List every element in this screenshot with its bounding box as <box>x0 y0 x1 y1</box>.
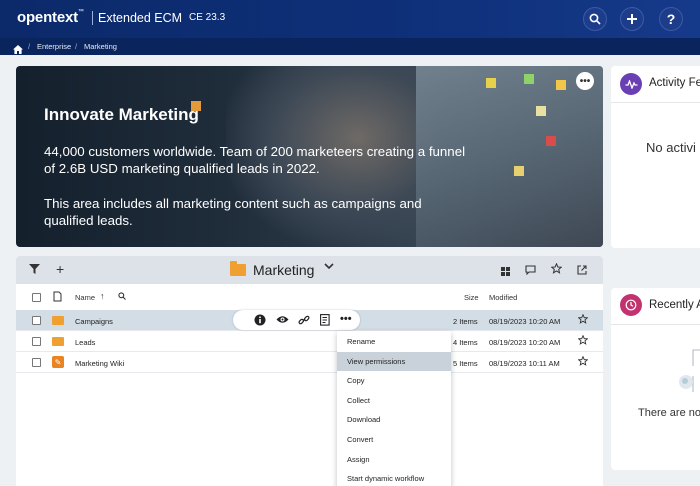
favorite-star-icon[interactable] <box>577 355 589 369</box>
column-headers: Name ↑ Size Modified <box>16 288 603 306</box>
open-external-icon[interactable] <box>577 264 587 278</box>
row-modified: 08/19/2023 10:11 AM <box>489 359 560 368</box>
menu-item-download[interactable]: Download <box>337 410 451 430</box>
column-modified[interactable]: Modified <box>489 293 517 302</box>
column-name[interactable]: Name <box>75 293 95 302</box>
view-icon[interactable] <box>276 315 289 327</box>
row-size: 2 Items <box>453 317 478 326</box>
opentext-logo[interactable]: opentext™ <box>17 9 84 26</box>
home-icon[interactable] <box>13 41 23 59</box>
activity-icon <box>620 73 642 95</box>
row-name[interactable]: Campaigns <box>75 317 113 326</box>
sort-ascending-icon[interactable]: ↑ <box>100 291 105 301</box>
folder-icon <box>230 261 246 276</box>
link-icon[interactable] <box>298 314 310 329</box>
inline-actions: ••• <box>233 310 360 330</box>
breadcrumb-marketing: Marketing <box>84 42 117 51</box>
recently-accessed-widget: Recently A There are no <box>611 288 700 470</box>
type-column-icon[interactable] <box>53 291 62 304</box>
breadcrumb-separator: / <box>28 42 31 51</box>
menu-item-assign[interactable]: Assign <box>337 450 451 470</box>
hero-banner: Innovate Marketing 44,000 customers worl… <box>16 66 603 247</box>
comment-icon[interactable] <box>525 264 536 278</box>
favorite-icon[interactable] <box>550 262 563 277</box>
widget-title[interactable]: Activity Fe <box>649 77 700 89</box>
breadcrumb-enterprise[interactable]: Enterprise <box>37 42 71 51</box>
row-size: 5 Items <box>453 359 478 368</box>
menu-item-convert[interactable]: Convert <box>337 430 451 450</box>
menu-item-start-dynamic-workflow[interactable]: Start dynamic workflow <box>337 469 451 486</box>
folder-title[interactable]: Marketing <box>253 262 314 278</box>
folder-icon <box>52 337 64 346</box>
add-icon[interactable]: + <box>56 261 64 277</box>
breadcrumb: / Enterprise / Marketing <box>0 38 700 55</box>
row-modified: 08/19/2023 10:20 AM <box>489 317 561 326</box>
wiki-icon: ✎ <box>52 356 64 368</box>
properties-icon[interactable] <box>320 314 331 329</box>
row-checkbox[interactable] <box>32 337 41 346</box>
search-icon[interactable] <box>583 7 607 31</box>
hero-description: 44,000 customers worldwide. Team of 200 … <box>44 144 466 176</box>
browse-toolbar: + Marketing <box>16 256 603 284</box>
chevron-down-icon[interactable] <box>324 262 334 273</box>
row-modified: 08/19/2023 10:20 AM <box>489 338 561 347</box>
menu-item-rename[interactable]: Rename <box>337 332 451 352</box>
select-all-checkbox[interactable] <box>32 293 41 302</box>
folder-icon <box>52 316 64 325</box>
empty-state-illustration <box>679 349 700 392</box>
widget-title[interactable]: Recently A <box>649 299 700 311</box>
row-checkbox[interactable] <box>32 316 41 325</box>
more-icon[interactable]: ••• <box>340 313 352 325</box>
more-icon[interactable]: ••• <box>576 72 594 90</box>
plus-icon[interactable] <box>620 7 644 31</box>
top-bar: opentext™ Extended ECM CE 23.3 ? <box>0 0 700 38</box>
menu-item-collect[interactable]: Collect <box>337 391 451 411</box>
menu-item-copy[interactable]: Copy <box>337 371 451 391</box>
row-checkbox[interactable] <box>32 358 41 367</box>
product-name: Extended ECM <box>98 11 183 25</box>
menu-item-view-permissions[interactable]: View permissions <box>337 351 451 372</box>
hero-description-secondary: This area includes all marketing content… <box>44 196 422 228</box>
product-version: CE 23.3 <box>189 12 226 23</box>
browse-panel: + Marketing Name ↑ Size Modified Campaig… <box>16 256 603 486</box>
breadcrumb-separator: / <box>75 42 78 51</box>
empty-message: There are no <box>638 407 700 419</box>
filter-icon[interactable] <box>29 263 40 277</box>
logo-divider <box>92 11 93 25</box>
table-row[interactable]: Leads 4 Items 08/19/2023 10:20 AM <box>16 331 603 352</box>
row-size: 4 Items <box>453 338 478 347</box>
empty-message: No activi <box>646 140 696 155</box>
context-menu: Rename View permissions Copy Collect Dow… <box>337 331 451 486</box>
column-size[interactable]: Size <box>464 293 479 302</box>
clock-icon <box>620 294 642 316</box>
table-row[interactable]: ✎ Marketing Wiki 5 Items 08/19/2023 10:1… <box>16 352 603 373</box>
search-column-icon[interactable] <box>118 292 126 302</box>
favorite-star-icon[interactable] <box>577 313 589 327</box>
help-icon[interactable]: ? <box>659 7 683 31</box>
grid-icon[interactable] <box>501 265 510 279</box>
activity-feed-widget: Activity Fe No activi <box>611 66 700 248</box>
row-name[interactable]: Leads <box>75 338 95 347</box>
hero-title: Innovate Marketing <box>44 105 199 124</box>
favorite-star-icon[interactable] <box>577 334 589 348</box>
info-icon[interactable] <box>254 314 266 329</box>
row-name[interactable]: Marketing Wiki <box>75 359 124 368</box>
